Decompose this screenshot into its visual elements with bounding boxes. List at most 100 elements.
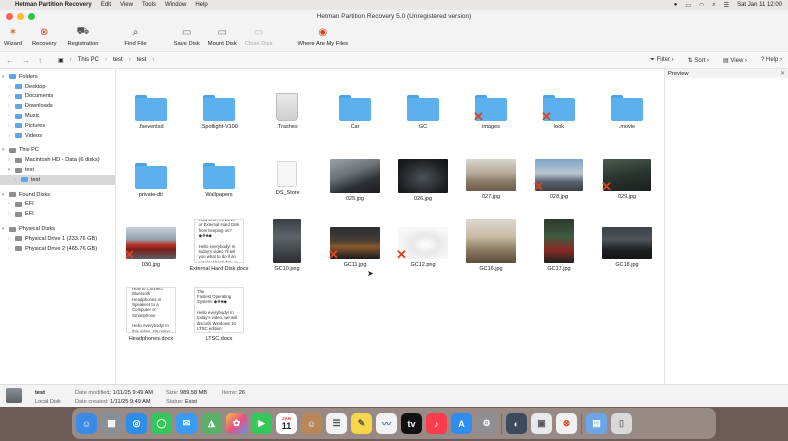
menu-tools[interactable]: Tools: [142, 2, 156, 8]
tree-documents[interactable]: › Documents: [0, 92, 115, 102]
tree-physical-drive-2[interactable]: › Physical Drive 2 (465.76 GB): [0, 244, 115, 254]
expand-icon[interactable]: ▾: [0, 192, 6, 198]
freeform-icon[interactable]: 〰: [376, 413, 397, 434]
reminders-icon[interactable]: ☰: [326, 413, 347, 434]
tree-test-disk[interactable]: ▾ test: [0, 165, 115, 175]
tree-folders[interactable]: ▾ Folders: [0, 72, 115, 82]
contacts-icon[interactable]: ☺: [301, 413, 322, 434]
collapsed-icon[interactable]: ›: [6, 133, 12, 139]
hetman-recovery-icon[interactable]: ⊗: [556, 413, 577, 434]
facetime-icon[interactable]: ▶: [251, 413, 272, 434]
file-item[interactable]: 026.jpg: [388, 159, 458, 202]
tree-test-folder[interactable]: › test: [0, 174, 115, 185]
safari-icon[interactable]: ◎: [126, 413, 147, 434]
back-arrow-icon[interactable]: ←: [6, 56, 14, 65]
app-store-icon[interactable]: A: [451, 413, 472, 434]
tree-macintosh-hd[interactable]: › Macintosh HD - Data (6 disks): [0, 155, 115, 165]
file-item[interactable]: GC17.jpg: [524, 219, 594, 272]
status-app-icon[interactable]: ●: [674, 2, 678, 8]
menubar-clock[interactable]: Sat Jan 11 12:00: [737, 2, 782, 8]
file-item[interactable]: ✕ GC12.png: [388, 227, 458, 268]
file-item[interactable]: .Spotlight-V100: [184, 95, 254, 130]
photos-icon[interactable]: ✿: [226, 413, 247, 434]
expand-icon[interactable]: ▾: [0, 74, 6, 80]
collapsed-icon[interactable]: ›: [6, 93, 12, 99]
file-item[interactable]: ✕ images: [456, 95, 526, 130]
app-icon-generic[interactable]: ◐: [506, 413, 527, 434]
registration-button[interactable]: ⛟ Registration: [67, 26, 98, 48]
file-item[interactable]: ✕ look: [524, 95, 594, 130]
breadcrumb-test[interactable]: test: [113, 57, 123, 63]
file-item[interactable]: ✕ 029.jpg: [592, 159, 662, 200]
tree-this-pc[interactable]: ▾ This PC: [0, 146, 115, 156]
save-disk-button[interactable]: ▭ Save Disk: [174, 26, 200, 48]
tree-efi-1[interactable]: › EFI: [0, 200, 115, 210]
menu-help[interactable]: Help: [195, 2, 207, 8]
mail-icon[interactable]: ✉: [176, 413, 197, 434]
where-are-my-files-button[interactable]: ◉ Where Are My Files: [297, 26, 348, 48]
menu-view[interactable]: View: [120, 2, 133, 8]
music-icon[interactable]: ♪: [426, 413, 447, 434]
breadcrumb-this-pc[interactable]: This PC: [78, 57, 99, 63]
file-item[interactable]: .Trashes: [252, 93, 322, 130]
maps-icon[interactable]: ◮: [201, 413, 222, 434]
file-item[interactable]: How to Connect Bluetooth Headphones or S…: [116, 287, 186, 342]
tree-physical-drive-1[interactable]: › Physical Drive 1 (233.76 GB): [0, 234, 115, 244]
tree-pictures[interactable]: › Pictures: [0, 121, 115, 131]
tree-physical-disks[interactable]: ▾ Physical Disks: [0, 224, 115, 234]
notes-icon[interactable]: ✎: [351, 413, 372, 434]
file-item[interactable]: Car: [320, 95, 390, 130]
file-item[interactable]: private-dir: [116, 163, 186, 198]
apple-tv-icon[interactable]: tv: [401, 413, 422, 434]
find-file-button[interactable]: ⌕ Find File: [124, 26, 146, 48]
trash-icon[interactable]: ▯: [611, 413, 632, 434]
file-item[interactable]: Windows 10 LTSC. The Fastest Operating S…: [184, 287, 254, 342]
up-arrow-icon[interactable]: ↑: [38, 56, 42, 65]
tree-videos[interactable]: › Videos: [0, 131, 115, 141]
help-button[interactable]: ? Help ›: [761, 57, 782, 63]
expand-icon[interactable]: ▾: [6, 167, 12, 173]
tree-found-disks[interactable]: ▾ Found Disks: [0, 190, 115, 200]
tree-desktop[interactable]: › Desktop: [0, 82, 115, 92]
menu-edit[interactable]: Edit: [101, 2, 111, 8]
collapsed-icon[interactable]: ›: [6, 211, 12, 217]
mount-disk-button[interactable]: ▭ Mount Disk: [208, 26, 237, 48]
collapsed-icon[interactable]: ›: [6, 201, 12, 207]
file-item[interactable]: ✕ 030.jpg: [116, 227, 186, 268]
file-item[interactable]: .DS_Store: [252, 161, 322, 196]
file-item[interactable]: ✕ GC11.jpg: [320, 227, 390, 268]
tree-downloads[interactable]: › Downloads: [0, 101, 115, 111]
collapsed-icon[interactable]: ›: [6, 103, 12, 109]
close-preview-icon[interactable]: ✕: [780, 71, 785, 77]
collapsed-icon[interactable]: ›: [6, 123, 12, 129]
collapsed-icon[interactable]: ›: [6, 246, 12, 252]
file-item[interactable]: .fseventsd: [116, 95, 186, 130]
search-icon[interactable]: ⌕: [712, 2, 715, 9]
collapsed-icon[interactable]: ›: [6, 113, 12, 119]
app-menu[interactable]: Hetman Partition Recovery: [15, 2, 92, 8]
downloads-folder-icon[interactable]: ▤: [586, 413, 607, 434]
messages-icon[interactable]: ◯: [151, 413, 172, 434]
calendar-icon[interactable]: JAN 11: [276, 413, 297, 434]
collapsed-icon[interactable]: ›: [12, 177, 18, 183]
filter-button[interactable]: ⏷ Filter ›: [650, 57, 674, 64]
file-item[interactable]: 025.jpg: [320, 159, 390, 202]
close-disk-button[interactable]: ▭ Close Disk: [245, 26, 273, 48]
expand-icon[interactable]: ▾: [0, 226, 6, 232]
recovery-button[interactable]: ⊗ Recovery: [32, 26, 56, 48]
file-item[interactable]: How to a Fell Drive or External Hard Dis…: [184, 219, 254, 272]
expand-icon[interactable]: ▾: [0, 147, 6, 153]
control-center-icon[interactable]: ☰: [724, 2, 729, 9]
file-item[interactable]: Wallpapers: [184, 163, 254, 198]
collapsed-icon[interactable]: ›: [6, 84, 12, 90]
battery-icon[interactable]: ▭: [685, 2, 691, 9]
file-item[interactable]: GC16.jpg: [456, 219, 526, 272]
menu-window[interactable]: Window: [165, 2, 186, 8]
file-item[interactable]: GC: [388, 95, 458, 130]
finder-icon[interactable]: ☺: [76, 413, 97, 434]
file-item[interactable]: 027.jpg: [456, 159, 526, 200]
tree-music[interactable]: › Music: [0, 111, 115, 121]
sort-button[interactable]: ⇅ Sort ›: [688, 57, 709, 64]
wizard-button[interactable]: ✶ Wizard: [4, 26, 22, 48]
breadcrumb-test-current[interactable]: test: [137, 57, 147, 63]
